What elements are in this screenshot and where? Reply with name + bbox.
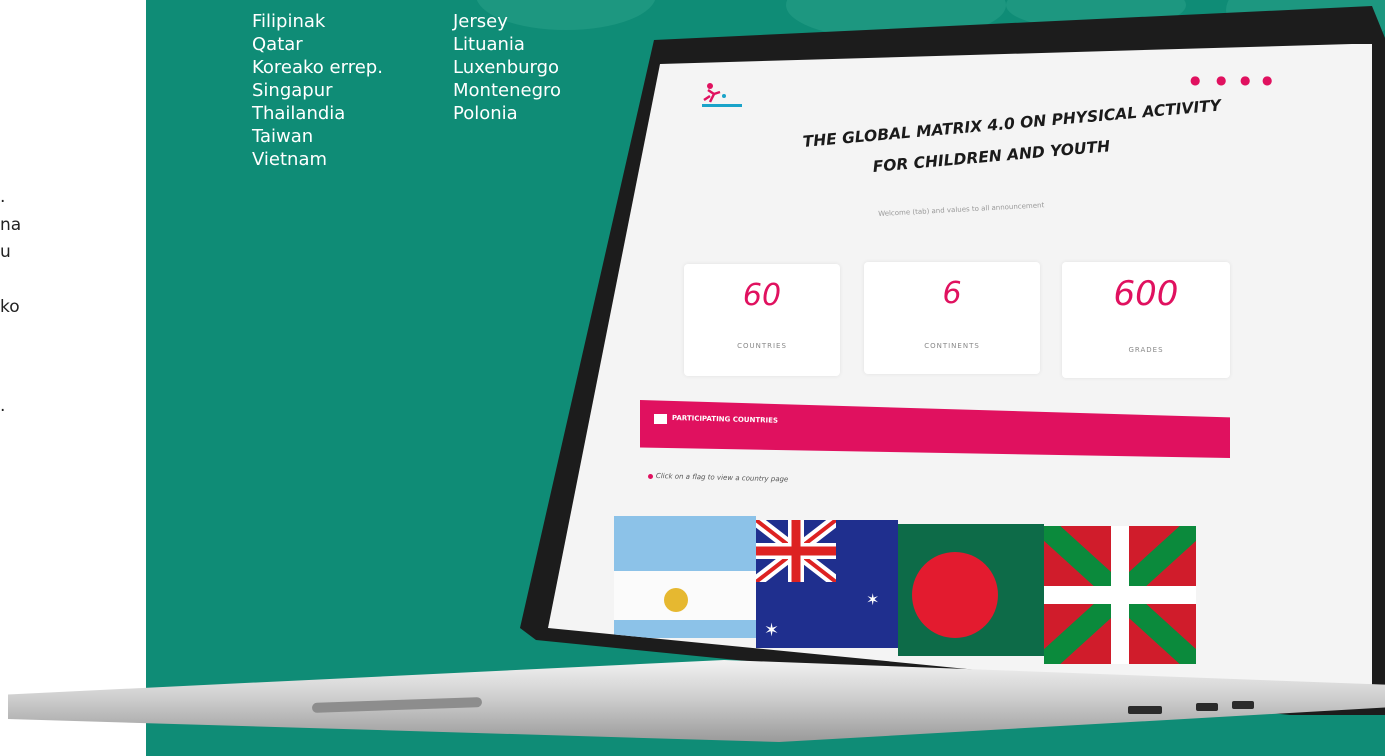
flag-basque[interactable] — [1044, 526, 1196, 664]
search-icon[interactable]: ● — [1240, 73, 1250, 87]
participating-band — [640, 400, 1230, 458]
star-icon: ✶ — [866, 590, 880, 609]
stat-value: 600 — [1113, 274, 1179, 314]
hero-title-line2: FOR CHILDREN AND YOUTH — [872, 137, 1111, 176]
flag-argentina[interactable] — [614, 516, 756, 638]
port-icon — [1128, 706, 1162, 714]
hero-subtitle: Welcome (tab) and values to all announce… — [878, 201, 1045, 218]
flag-hint: Click on a flag to view a country page — [655, 472, 789, 484]
stat-card-countries: 60 COUNTRIES — [684, 264, 840, 376]
stat-card-continents: 6 CONTINENTS — [864, 262, 1040, 374]
stat-label: COUNTRIES — [737, 342, 787, 350]
flag-australia[interactable]: ✶ ✶ — [756, 520, 898, 648]
stat-label: GRADES — [1128, 346, 1164, 354]
stat-card-grades: 600 GRADES — [1062, 262, 1230, 378]
port-icon — [1196, 703, 1218, 711]
stat-value: 6 — [942, 276, 962, 311]
star-icon: ✶ — [764, 620, 780, 641]
site-logo[interactable] — [700, 80, 746, 110]
menu-icon[interactable]: ● — [1262, 73, 1272, 87]
flag-icon — [654, 414, 667, 424]
ikurrina — [1044, 526, 1196, 664]
linkedin-icon[interactable]: ● — [1216, 73, 1226, 87]
port-icon — [1232, 701, 1254, 709]
twitter-icon[interactable]: ● — [1190, 73, 1200, 87]
laptop: ● ● ● ● THE GLOBAL MATRIX 4.0 ON PHYSICA… — [0, 0, 1385, 756]
hero-title-line1: THE GLOBAL MATRIX 4.0 ON PHYSICAL ACTIVI… — [802, 96, 1222, 151]
union-jack — [756, 520, 836, 582]
bullet-icon — [648, 474, 653, 479]
stat-value: 60 — [742, 278, 782, 313]
flag-bangladesh[interactable] — [898, 524, 1044, 656]
stat-label: CONTINENTS — [924, 342, 980, 350]
